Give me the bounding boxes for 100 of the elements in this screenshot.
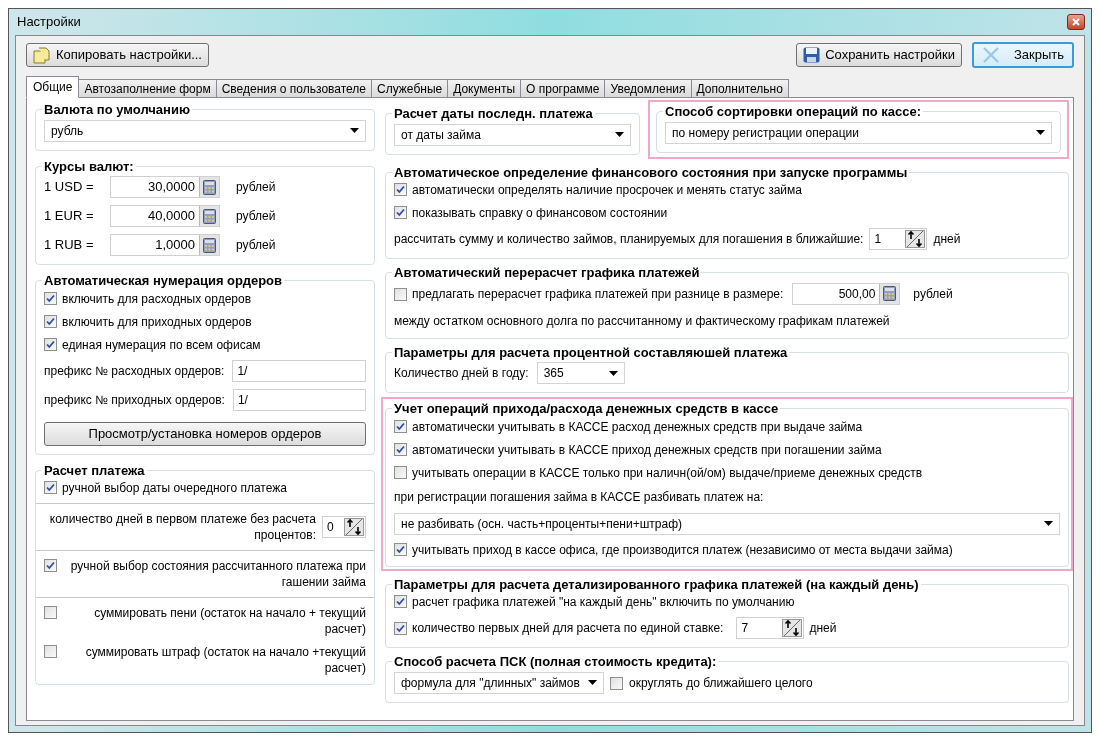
checkbox-label: ручной выбор даты очередного платежа [62, 480, 287, 496]
save-settings-button[interactable]: Сохранить настройки [796, 43, 962, 67]
checkbox[interactable] [394, 622, 407, 635]
group-title: Автоматическая нумерация ордеров [43, 272, 283, 290]
rate-label: 1 EUR = [44, 207, 95, 226]
group-title: Параметры для расчета детализированного графика платежей (на каждый день) [393, 575, 920, 594]
spin-field[interactable]: 0 [322, 516, 366, 538]
checkbox[interactable] [394, 206, 407, 219]
calculator-icon [203, 237, 216, 253]
checkbox-label: единая нумерация по всем офисам [62, 336, 261, 353]
description-text: между остатком основного долга по рассчитанному и фактическому графикам платежей [394, 312, 891, 330]
calculator-button[interactable] [879, 283, 900, 304]
days-label: Количество дней в году: [394, 365, 529, 382]
unit-label: рублей [913, 285, 953, 303]
prefix-field[interactable]: 1/ [232, 359, 366, 382]
unit-label: рублей [236, 237, 276, 254]
group-title: Параметры для расчета процентной составляюшей платежа [393, 343, 789, 362]
group-title: Расчет платежа [43, 461, 146, 480]
unit-label: дней [809, 620, 837, 637]
spin-label: рассчитать сумму и количество займов, планируемых для погашения в ближайшие: [394, 231, 864, 247]
checkbox-label: учитывать приход в кассе офиса, где производится платеж (независимо от места выдачи займа) [412, 541, 953, 558]
checkbox-label: расчет графика платежей "на каждый день" включить по умолчанию [412, 594, 795, 610]
checkbox[interactable] [44, 291, 57, 305]
close-icon [981, 47, 1000, 63]
checkbox-label: округлять до ближайшего целого [629, 674, 813, 692]
rate-field[interactable]: 40,0000 [110, 205, 220, 227]
dropdown-field[interactable]: не разбивать (осн. часть+проценты+пени+штраф) [394, 512, 1060, 535]
checkbox-label: автоматически определять наличие просрочек и менять статус займа [412, 182, 802, 198]
window-title: Настройки [16, 13, 81, 32]
checkbox-label: количество первых дней для расчета по единой ставке: [412, 620, 724, 637]
spin-field[interactable]: 1 [869, 228, 928, 250]
group-title: Курсы валют: [43, 157, 135, 176]
checkbox[interactable] [44, 645, 57, 658]
prefix-label: префикс № приходных ордеров: [44, 391, 225, 409]
caret-icon [608, 370, 618, 376]
checkbox[interactable] [394, 442, 407, 456]
dropdown-field[interactable]: по номеру регистрации операции [665, 121, 1052, 144]
spin-label: количество дней в первом платеже без расчета процентов: [48, 511, 316, 543]
calculator-icon [203, 208, 216, 224]
amount-field[interactable]: 500,00 [792, 282, 901, 305]
rate-field[interactable]: 1,0000 [110, 234, 220, 256]
group-title: Валюта по умолчанию [43, 101, 192, 119]
calculator-button[interactable] [199, 235, 219, 255]
checkbox[interactable] [394, 183, 407, 196]
checkbox[interactable] [44, 481, 57, 494]
order-numbers-button[interactable]: Просмотр/установка номеров ордеров [44, 421, 366, 446]
unit-label: рублей [236, 208, 276, 225]
close-icon [1072, 18, 1080, 26]
dropdown-field[interactable]: от даты займа [394, 123, 631, 146]
dropdown-field[interactable]: 365 [536, 362, 625, 384]
checkbox-label: суммировать пени (остаток на начало + текущий расчет) [93, 605, 366, 637]
checkbox[interactable] [394, 542, 407, 556]
checkbox-label: показывать справку о финансовом состоянии [412, 205, 668, 221]
checkbox[interactable] [44, 314, 57, 328]
unit-label: дней [933, 231, 961, 248]
close-window-button[interactable] [1067, 14, 1085, 30]
close-button[interactable]: Закрыть [971, 42, 1074, 68]
spin-arrows-icon[interactable] [344, 518, 364, 536]
checkbox[interactable] [44, 606, 57, 619]
spin-arrows-icon[interactable] [905, 230, 926, 248]
caret-icon [1036, 130, 1045, 135]
caret-icon [350, 128, 359, 133]
calculator-icon [883, 286, 897, 301]
group-title: Способ сортировки операций по кассе: [664, 103, 923, 121]
unit-label: рублей [236, 179, 276, 196]
group-title: Автоматический перерасчет графика платежей [393, 264, 701, 282]
checkbox[interactable] [44, 559, 57, 572]
copy-pages-icon [33, 46, 51, 64]
group-title: Способ расчета ПСК (полная стоимость кредита): [393, 653, 718, 671]
checkbox-label: включить для приходных ордеров [62, 313, 252, 330]
checkbox-label: включить для расходных ордеров [62, 290, 252, 307]
caret-icon [588, 680, 597, 685]
rate-label: 1 RUB = [44, 236, 95, 255]
tab[interactable]: Общие [26, 76, 80, 98]
checkbox-label: автоматически учитывать в КАССЕ расход денежных средств при выдаче займа [412, 418, 863, 435]
checkbox-label: автоматически учитывать в КАССЕ приход денежных средств при погашении займа [412, 441, 882, 458]
rate-field[interactable]: 30,0000 [110, 176, 220, 198]
checkbox[interactable] [394, 287, 407, 301]
checkbox[interactable] [394, 595, 407, 608]
prefix-field[interactable]: 1/ [232, 388, 366, 411]
calculator-icon [203, 179, 216, 195]
checkbox[interactable] [610, 676, 623, 690]
checkbox-label: предлагать перерасчет графика платежей при разнице в размере: [412, 285, 784, 303]
copy-settings-button[interactable]: Копировать настройки... [26, 43, 209, 67]
checkbox-label: ручной выбор состояния рассчитанного платежа при гашении займа [69, 558, 366, 590]
checkbox-label: суммировать штраф (остаток на начало +текущий расчет) [84, 644, 366, 676]
checkbox[interactable] [44, 337, 57, 351]
calculator-button[interactable] [199, 206, 219, 226]
dropdown-field[interactable]: формула для "длинных" займов [394, 671, 604, 694]
description-text: при регистрации погашения займа в КАССЕ разбивать платеж на: [394, 488, 765, 506]
checkbox[interactable] [394, 465, 407, 479]
spin-arrows-icon[interactable] [782, 619, 803, 637]
checkbox-label: учитывать операции в КАССЕ только при наличн(ой/ом) выдаче/приеме денежных средств [412, 464, 923, 481]
spin-field[interactable]: 7 [736, 617, 805, 639]
caret-icon [615, 132, 624, 137]
dropdown-field[interactable]: рубль [44, 119, 366, 142]
calculator-button[interactable] [199, 177, 219, 197]
checkbox[interactable] [394, 419, 407, 433]
group-title: Автоматическое определение финансового состояния при запуске программы [393, 163, 909, 182]
prefix-label: префикс № расходных ордеров: [44, 362, 225, 380]
